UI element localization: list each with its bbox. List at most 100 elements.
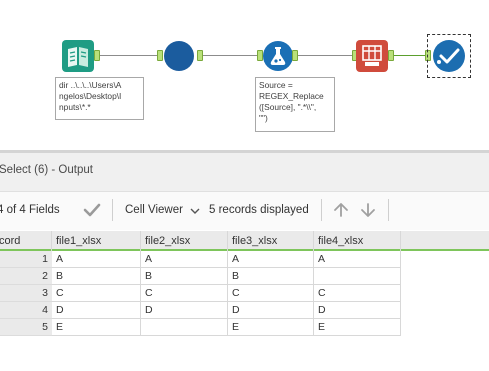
connection-line bbox=[201, 55, 263, 56]
table-cell[interactable] bbox=[141, 319, 228, 336]
table-cell[interactable]: A bbox=[314, 251, 401, 268]
row-number-label: 3 bbox=[42, 287, 48, 299]
cell-value: C bbox=[56, 287, 64, 299]
annotation-line: "") bbox=[259, 113, 268, 123]
cell-value: D bbox=[145, 304, 153, 316]
row-number-label: 2 bbox=[42, 270, 48, 282]
workflow-canvas[interactable]: dir ..\..\..\Users\A ngelos\Desktop\I np… bbox=[0, 0, 489, 150]
header-underline bbox=[401, 249, 489, 251]
table-cell[interactable]: E bbox=[314, 319, 401, 336]
output-anchor[interactable] bbox=[197, 50, 203, 61]
cell-value: C bbox=[145, 287, 153, 299]
annotation-line: REGEX_Replace bbox=[259, 91, 324, 101]
input-data-tool[interactable] bbox=[62, 40, 94, 72]
cell-value: E bbox=[318, 321, 326, 333]
column-header-label: cord bbox=[0, 235, 21, 247]
column-header-label: file3_xlsx bbox=[232, 235, 278, 247]
cell-value: E bbox=[56, 321, 64, 333]
browse-tool[interactable] bbox=[427, 34, 471, 78]
row-number-label: 5 bbox=[42, 321, 48, 333]
transform-tool[interactable] bbox=[356, 40, 388, 72]
toolbar-separator bbox=[388, 199, 389, 221]
cell-value: B bbox=[145, 270, 153, 282]
cell-value: C bbox=[318, 287, 326, 299]
table-cell[interactable]: E bbox=[52, 319, 141, 336]
formula-annotation: Source = REGEX_Replace ([Source], ".*\\"… bbox=[255, 77, 335, 132]
table-cell[interactable]: C bbox=[52, 285, 141, 302]
toolbar-separator bbox=[321, 199, 322, 221]
table-cell[interactable]: B bbox=[52, 268, 141, 285]
cell-value: B bbox=[232, 270, 240, 282]
annotation-line: ([Source], ".*\\", bbox=[259, 102, 317, 112]
column-header[interactable]: file3_xlsx bbox=[228, 231, 314, 251]
table-cell[interactable]: D bbox=[314, 302, 401, 319]
empty-header-area bbox=[401, 231, 489, 251]
cell-value: A bbox=[145, 253, 153, 265]
column-header-label: file4_xlsx bbox=[318, 235, 364, 247]
circle-icon bbox=[164, 41, 194, 71]
row-number[interactable]: 5 bbox=[0, 319, 52, 336]
cell-value: B bbox=[56, 270, 64, 282]
checkmark-icon[interactable] bbox=[82, 200, 102, 220]
cell-value: A bbox=[56, 253, 64, 265]
output-anchor[interactable] bbox=[388, 50, 394, 61]
annotation-line: dir ..\..\..\Users\A bbox=[59, 80, 122, 90]
results-panel-header: Select (6) - Output bbox=[0, 153, 489, 192]
table-cell[interactable]: B bbox=[228, 268, 314, 285]
arrow-up-icon[interactable] bbox=[331, 200, 351, 220]
table-cell[interactable]: B bbox=[141, 268, 228, 285]
table-cell[interactable]: D bbox=[228, 302, 314, 319]
table-cell[interactable]: E bbox=[228, 319, 314, 336]
fields-selector[interactable]: 4 of 4 Fields bbox=[0, 204, 60, 216]
select-tool[interactable] bbox=[163, 40, 195, 72]
cell-value: D bbox=[232, 304, 240, 316]
row-number-label: 1 bbox=[42, 253, 48, 265]
table-cell[interactable] bbox=[314, 268, 401, 285]
cell-value: D bbox=[318, 304, 326, 316]
connection-line bbox=[295, 55, 358, 56]
flask-icon bbox=[263, 41, 293, 71]
results-toolbar: 4 of 4 Fields Cell Viewer 5 records disp… bbox=[0, 192, 489, 230]
column-header-label: file1_xlsx bbox=[56, 235, 102, 247]
cell-value: E bbox=[232, 321, 240, 333]
cell-viewer-button[interactable]: Cell Viewer bbox=[125, 204, 183, 216]
column-header-label: file2_xlsx bbox=[145, 235, 191, 247]
book-icon bbox=[62, 40, 94, 72]
table-cell[interactable]: D bbox=[141, 302, 228, 319]
cell-value: A bbox=[318, 253, 326, 265]
panel-title: Select (6) - Output bbox=[0, 164, 93, 176]
row-number[interactable]: 2 bbox=[0, 268, 52, 285]
row-number[interactable]: 1 bbox=[0, 251, 52, 268]
table-cell[interactable]: A bbox=[228, 251, 314, 268]
annotation-line: nputs\*.* bbox=[59, 102, 91, 112]
column-header[interactable]: file4_xlsx bbox=[314, 231, 401, 251]
output-anchor[interactable] bbox=[94, 50, 100, 61]
checkmark-icon bbox=[433, 40, 465, 72]
annotation-line: Source = bbox=[259, 80, 293, 90]
formula-tool[interactable] bbox=[262, 40, 294, 72]
cell-value: D bbox=[56, 304, 64, 316]
row-number[interactable]: 4 bbox=[0, 302, 52, 319]
table-cell[interactable]: D bbox=[52, 302, 141, 319]
table-cell[interactable]: C bbox=[314, 285, 401, 302]
table-cell[interactable]: C bbox=[228, 285, 314, 302]
column-header[interactable]: file2_xlsx bbox=[141, 231, 228, 251]
records-count: 5 records displayed bbox=[209, 204, 309, 216]
output-anchor[interactable] bbox=[292, 50, 298, 61]
record-column-header[interactable]: cord bbox=[0, 231, 52, 251]
annotation-line: ngelos\Desktop\I bbox=[59, 91, 122, 101]
arrow-down-icon[interactable] bbox=[358, 200, 378, 220]
table-cell[interactable]: A bbox=[141, 251, 228, 268]
table-cell[interactable]: C bbox=[141, 285, 228, 302]
grid-transform-icon bbox=[356, 40, 388, 72]
chevron-down-icon[interactable] bbox=[190, 206, 200, 216]
input-annotation: dir ..\..\..\Users\A ngelos\Desktop\I np… bbox=[55, 77, 144, 120]
cell-value: C bbox=[232, 287, 240, 299]
row-number-label: 4 bbox=[42, 304, 48, 316]
row-number[interactable]: 3 bbox=[0, 285, 52, 302]
column-header[interactable]: file1_xlsx bbox=[52, 231, 141, 251]
cell-value: A bbox=[232, 253, 240, 265]
toolbar-separator bbox=[112, 199, 113, 221]
table-cell[interactable]: A bbox=[52, 251, 141, 268]
connection-line bbox=[92, 55, 158, 56]
